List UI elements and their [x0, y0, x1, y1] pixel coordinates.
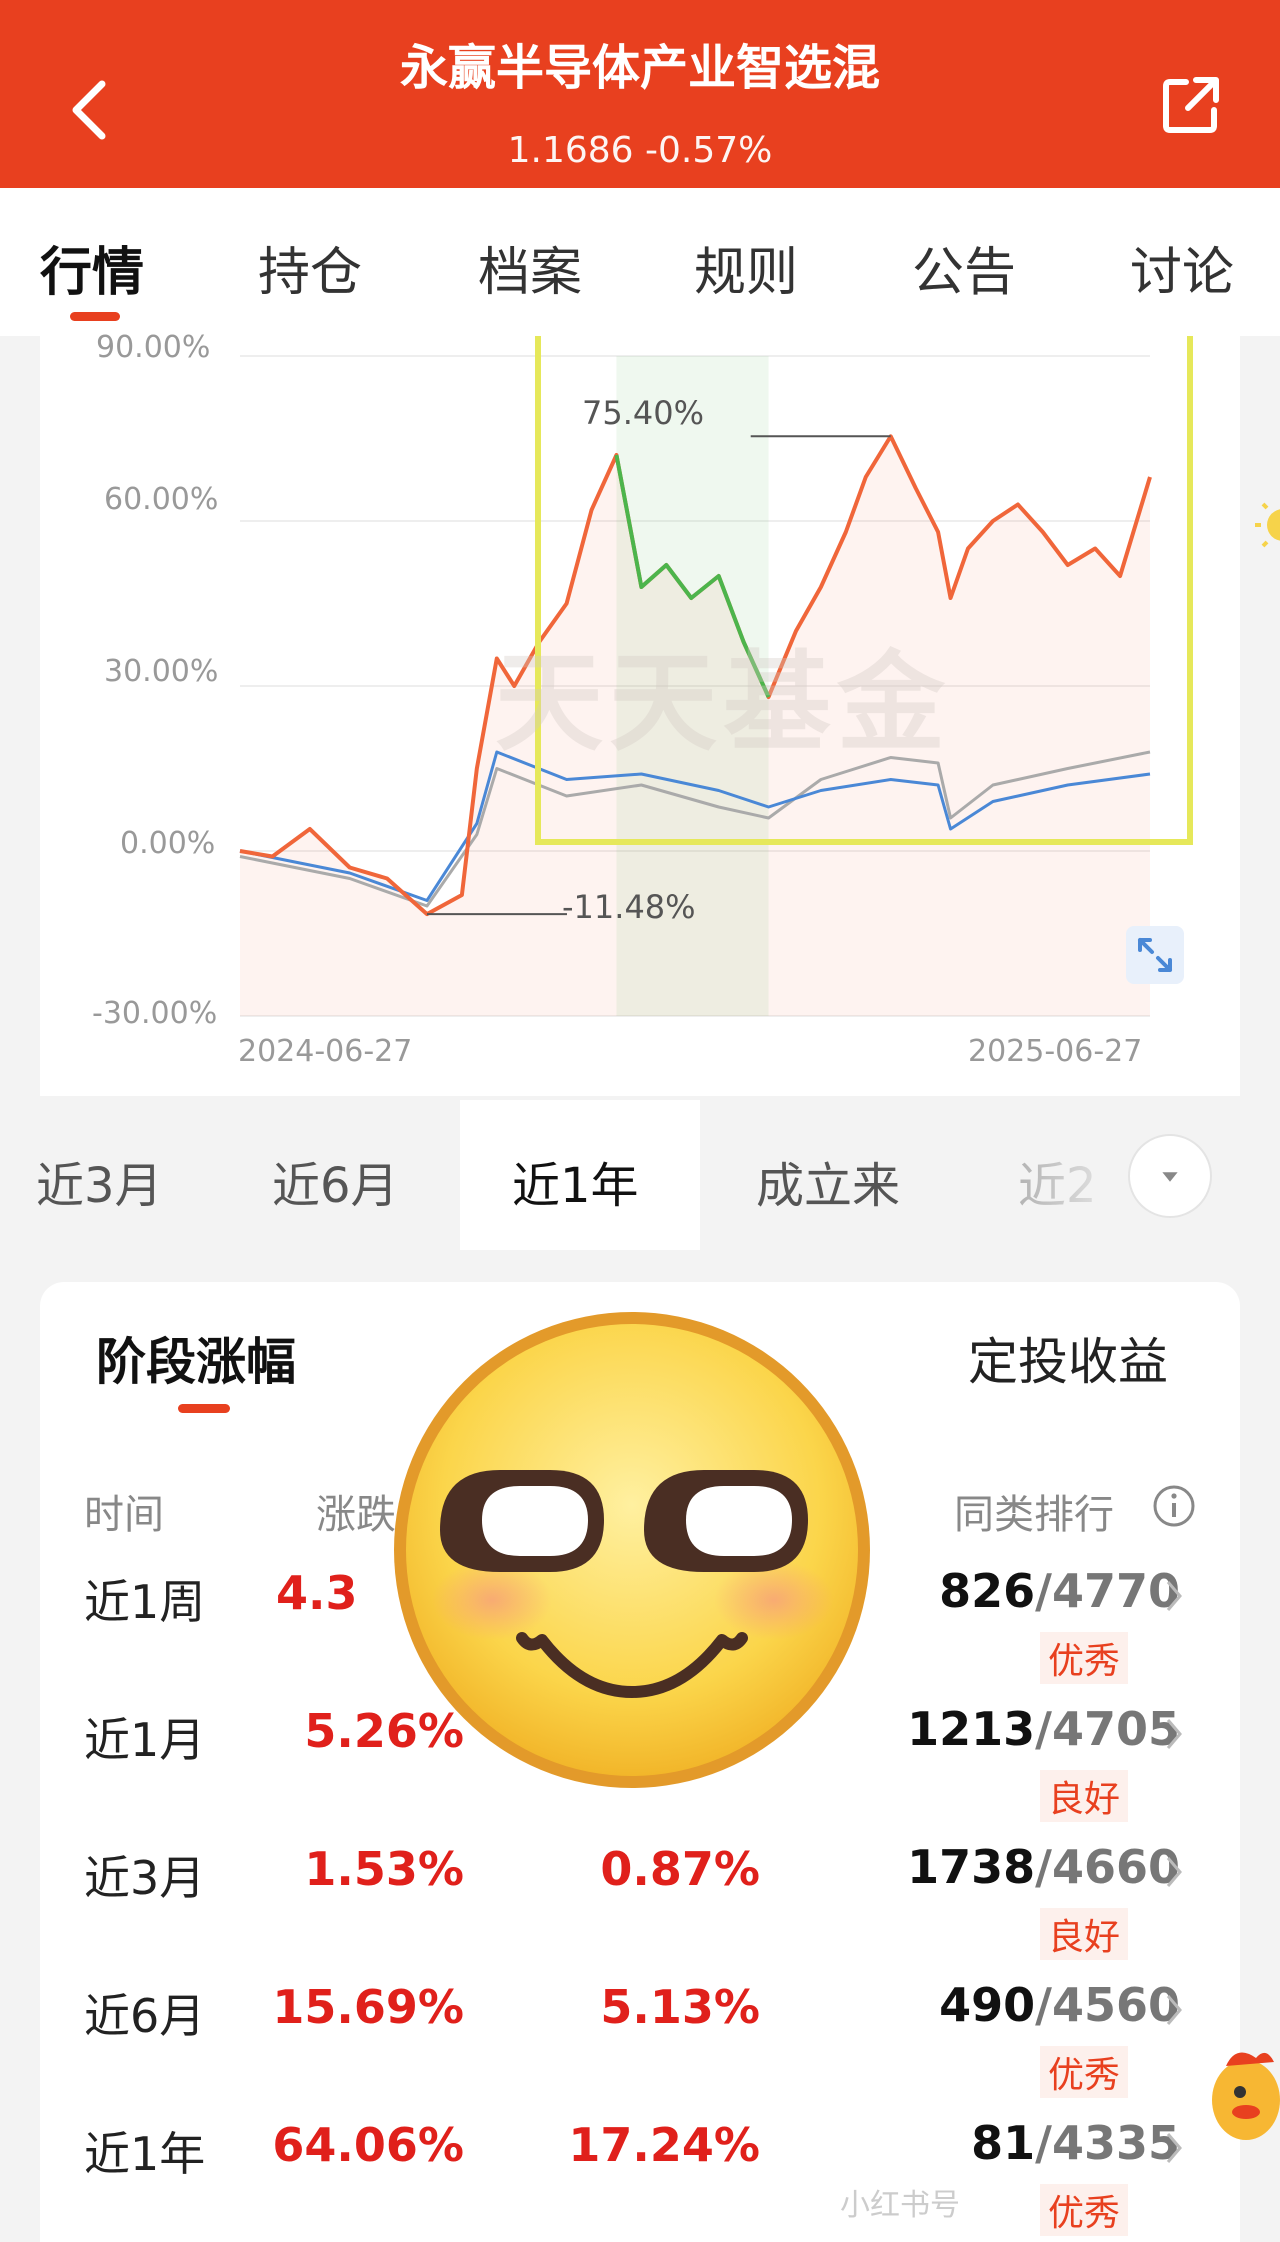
- x-axis-end-label: 2025-06-27: [968, 1034, 1143, 1069]
- rank-value: 490/4560: [740, 1978, 1180, 2032]
- tab-rules[interactable]: 规则: [694, 230, 798, 305]
- rank-total: /4335: [1035, 2116, 1180, 2170]
- period-since-inception[interactable]: 成立来: [756, 1146, 900, 1216]
- y-tick-label: 60.00%: [104, 482, 219, 517]
- fund-return: 1.53%: [304, 1842, 464, 1896]
- header-rank: 同类排行: [954, 1492, 1114, 1538]
- mascot-sticker: [1212, 2052, 1280, 2140]
- chart-panel[interactable]: 天天基金 90.00% 60.00% 30.00% 0.00% -30.00% …: [40, 330, 1240, 1096]
- row-period: 近1月: [84, 1713, 206, 1767]
- rank-position: 826: [939, 1564, 1036, 1618]
- row-period: 近6月: [84, 1989, 206, 2043]
- rank-position: 1738: [907, 1840, 1036, 1894]
- row-period: 近1年: [84, 2127, 206, 2181]
- rating-badge: 优秀: [1040, 1632, 1129, 1684]
- tab-discussion[interactable]: 讨论: [1130, 230, 1234, 305]
- rank-total: /4770: [1035, 1564, 1180, 1618]
- y-tick-label: -30.00%: [92, 996, 218, 1031]
- chart-watermark: 天天基金: [495, 641, 952, 766]
- x-axis-start-label: 2024-06-27: [238, 1034, 413, 1069]
- top-header: 永赢半导体产业智选混 1.1686 -0.57%: [0, 0, 1280, 188]
- active-card-tab-indicator: [178, 1404, 230, 1413]
- row-period: 近1周: [84, 1575, 206, 1629]
- scroll-fade: [1000, 1100, 1140, 1250]
- period-selector: 近3月 近6月 近1年 成立来 近2: [0, 1100, 1280, 1250]
- share-icon[interactable]: [1160, 74, 1222, 136]
- table-row[interactable]: 近6月 15.69% 5.13% 490/4560 优秀: [40, 1968, 1240, 2108]
- header-time: 时间: [84, 1492, 164, 1538]
- fund-title: 永赢半导体产业智选混: [399, 40, 880, 96]
- chevron-right-icon[interactable]: [1164, 1854, 1184, 1890]
- rank-value: 1738/4660: [740, 1840, 1180, 1894]
- stage-returns-tab[interactable]: 阶段涨幅: [96, 1322, 296, 1394]
- info-icon[interactable]: [1152, 1484, 1196, 1528]
- smirk-emoji-sticker: [394, 1312, 870, 1788]
- rank-total: /4560: [1035, 1978, 1180, 2032]
- tab-profile[interactable]: 档案: [478, 230, 582, 305]
- period-1y[interactable]: 近1年: [512, 1146, 639, 1216]
- period-3m[interactable]: 近3月: [36, 1146, 163, 1216]
- fund-return: 64.06%: [272, 2118, 464, 2172]
- benchmark-return: 5.13%: [600, 1980, 760, 2034]
- chevron-right-icon[interactable]: [1164, 1578, 1184, 1614]
- y-tick-label: 30.00%: [104, 654, 219, 689]
- y-tick-label: 0.00%: [120, 826, 216, 861]
- table-row[interactable]: 近1年 64.06% 17.24% 81/4335 优秀: [40, 2106, 1240, 2242]
- period-6m[interactable]: 近6月: [272, 1146, 399, 1216]
- rank-total: /4660: [1035, 1840, 1180, 1894]
- chevron-right-icon[interactable]: [1164, 1716, 1184, 1752]
- chevron-right-icon[interactable]: [1164, 1992, 1184, 2028]
- rating-badge: 优秀: [1040, 2184, 1129, 2236]
- rank-position: 1213: [907, 1702, 1036, 1756]
- benchmark-return: 17.24%: [568, 2118, 760, 2172]
- fund-return: 15.69%: [272, 1980, 464, 2034]
- active-tab-indicator: [70, 312, 120, 321]
- fund-price-change: 1.1686 -0.57%: [507, 130, 773, 171]
- expand-icon[interactable]: [1126, 926, 1184, 984]
- rank-value: 81/4335: [740, 2116, 1180, 2170]
- rank-total: /4705: [1035, 1702, 1180, 1756]
- rank-position: 81: [971, 2116, 1036, 2170]
- sun-icon: [1255, 502, 1280, 548]
- tab-market[interactable]: 行情: [40, 230, 144, 305]
- rating-badge: 良好: [1040, 1908, 1129, 1960]
- chevron-right-icon[interactable]: [1164, 2130, 1184, 2166]
- y-tick-label: 90.00%: [96, 330, 211, 365]
- period-dropdown-icon[interactable]: [1128, 1134, 1212, 1218]
- share-watermark: 小红书号: [840, 2188, 960, 2223]
- rank-position: 490: [939, 1978, 1036, 2032]
- dca-returns-tab[interactable]: 定投收益: [968, 1322, 1168, 1394]
- max-return-annotation: 75.40%: [582, 394, 705, 432]
- tab-bar: 行情 持仓 档案 规则 公告 讨论: [0, 188, 1280, 336]
- row-period: 近3月: [84, 1851, 206, 1905]
- tab-announcements[interactable]: 公告: [912, 230, 1016, 305]
- benchmark-return: 0.87%: [600, 1842, 760, 1896]
- rating-badge: 良好: [1040, 1770, 1129, 1822]
- tab-holdings[interactable]: 持仓: [258, 230, 362, 305]
- min-return-annotation: -11.48%: [562, 888, 696, 926]
- rating-badge: 优秀: [1040, 2046, 1129, 2098]
- table-row[interactable]: 近3月 1.53% 0.87% 1738/4660 良好: [40, 1830, 1240, 1970]
